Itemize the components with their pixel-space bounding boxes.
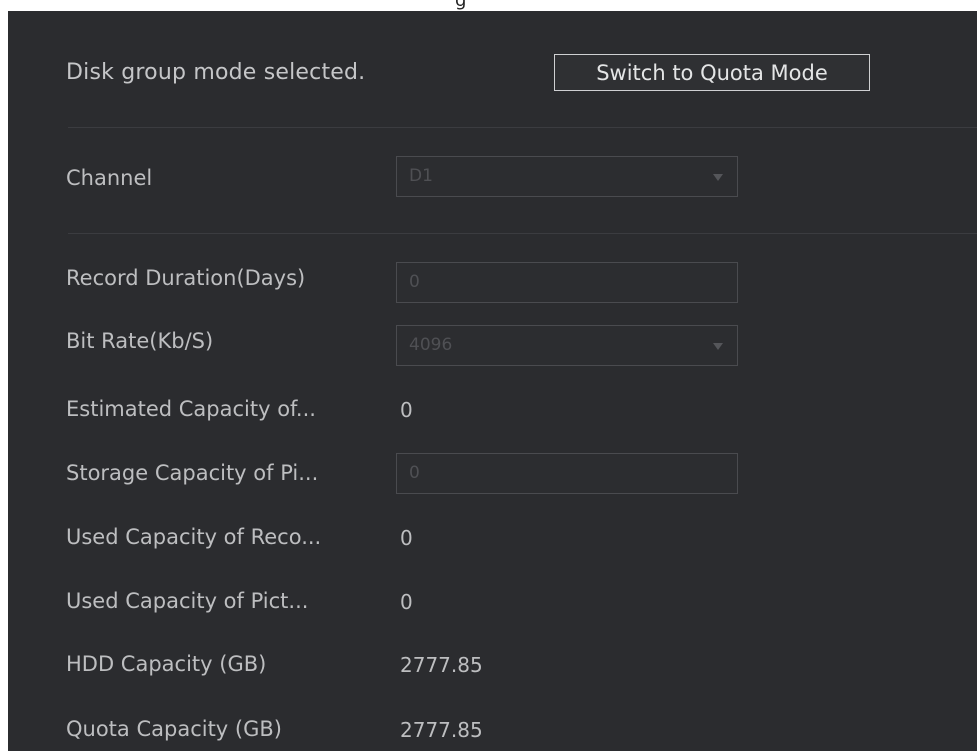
- channel-label: Channel: [66, 166, 153, 190]
- used-capacity-picture-value: 0: [400, 590, 413, 614]
- storage-settings-panel: Disk group mode selected. Switch to Quot…: [8, 11, 977, 751]
- chevron-down-icon: [713, 343, 723, 350]
- mode-status-text: Disk group mode selected.: [66, 60, 366, 85]
- record-duration-label: Record Duration(Days): [66, 266, 306, 290]
- used-capacity-record-value: 0: [400, 526, 413, 550]
- record-duration-input[interactable]: 0: [396, 262, 738, 303]
- bit-rate-value: 4096: [409, 335, 453, 355]
- hdd-capacity-label: HDD Capacity (GB): [66, 652, 267, 676]
- divider: [68, 127, 977, 128]
- header-strip: g: [0, 0, 977, 11]
- estimated-capacity-value: 0: [400, 398, 413, 422]
- bit-rate-label: Bit Rate(Kb/S): [66, 329, 214, 353]
- chevron-down-icon: [713, 174, 723, 181]
- storage-capacity-value: 0: [409, 463, 420, 483]
- storage-capacity-label: Storage Capacity of Pi...: [66, 461, 319, 485]
- estimated-capacity-label: Estimated Capacity of...: [66, 397, 316, 421]
- header-title: g: [455, 0, 467, 11]
- quota-capacity-label: Quota Capacity (GB): [66, 717, 282, 741]
- switch-to-quota-mode-button[interactable]: Switch to Quota Mode: [554, 54, 870, 91]
- channel-select-value: D1: [409, 166, 433, 186]
- used-capacity-picture-label: Used Capacity of Pict...: [66, 589, 309, 613]
- storage-capacity-input[interactable]: 0: [396, 453, 738, 494]
- quota-capacity-value: 2777.85: [400, 718, 483, 742]
- hdd-capacity-value: 2777.85: [400, 653, 483, 677]
- used-capacity-record-label: Used Capacity of Reco...: [66, 525, 322, 549]
- divider: [68, 233, 977, 234]
- channel-select[interactable]: D1: [396, 156, 738, 197]
- bit-rate-select[interactable]: 4096: [396, 325, 738, 366]
- record-duration-value: 0: [409, 272, 420, 292]
